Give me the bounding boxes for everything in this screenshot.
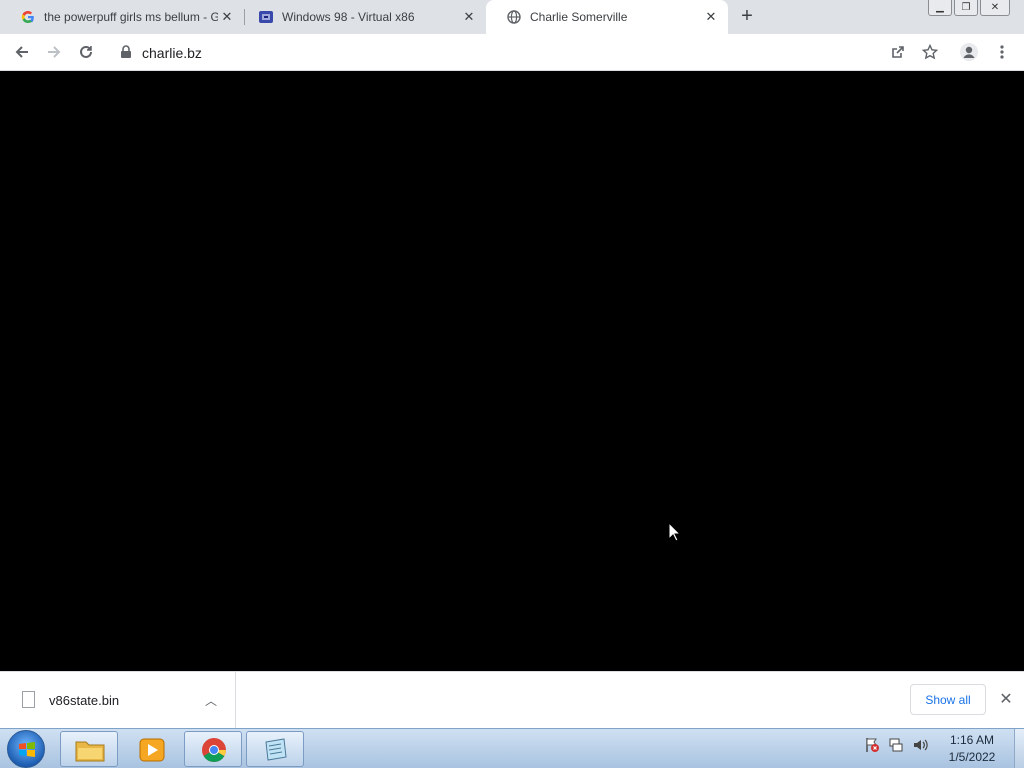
action-center-flag-icon[interactable] (864, 737, 880, 753)
taskbar: 1:16 AM 1/5/2022 (0, 728, 1024, 768)
download-shelf: v86state.bin ︿ Show all ✕ (0, 671, 1024, 728)
tab-close-icon[interactable]: ✕ (460, 8, 478, 26)
network-icon[interactable] (888, 737, 904, 753)
plus-icon[interactable]: + (737, 6, 757, 27)
taskbar-chrome[interactable] (184, 731, 242, 767)
mouse-cursor-icon (668, 522, 682, 542)
windows-explorer-icon (75, 741, 105, 762)
page-content[interactable] (0, 71, 1024, 671)
start-button[interactable] (7, 730, 45, 768)
tab-windows98[interactable]: Windows 98 - Virtual x86 ✕ (238, 0, 486, 34)
clock-time: 1:16 AM (949, 733, 995, 747)
share-icon[interactable] (886, 40, 910, 64)
tab-title: Windows 98 - Virtual x86 (282, 10, 415, 24)
tab-strip: the powerpuff girls ms bellum - G ✕ Wind… (0, 0, 1024, 34)
volume-icon[interactable] (912, 737, 928, 753)
tab-title: Charlie Somerville (530, 10, 628, 24)
file-icon (22, 691, 35, 708)
clock-date: 1/5/2022 (948, 750, 996, 764)
google-g-icon (20, 9, 36, 25)
window-controls: ▁ ❐ ✕ (926, 0, 1010, 18)
show-desktop-button[interactable] (1014, 729, 1024, 768)
profile-avatar-icon[interactable] (957, 40, 981, 64)
close-icon[interactable]: ✕ (996, 689, 1016, 709)
chevron-up-icon[interactable]: ︿ (205, 692, 217, 709)
menu-kebab-icon[interactable] (990, 40, 1014, 64)
show-all-button[interactable]: Show all (910, 684, 986, 715)
taskbar-explorer[interactable] (60, 731, 118, 767)
windows-logo-icon (19, 742, 35, 757)
globe-icon (506, 9, 522, 25)
download-file-name: v86state.bin (49, 693, 120, 708)
address-bar[interactable]: charlie.bz (110, 38, 950, 67)
download-item[interactable]: v86state.bin ︿ (0, 672, 236, 728)
url-text: charlie.bz (142, 45, 202, 61)
chrome-icon (202, 738, 226, 762)
notepad-icon (265, 738, 287, 761)
minimize-icon[interactable]: ▁ (928, 0, 952, 16)
reload-icon[interactable] (74, 40, 98, 64)
media-player-icon (139, 738, 165, 762)
v86-icon (258, 9, 274, 25)
forward-arrow-icon[interactable] (42, 40, 66, 64)
restore-icon[interactable]: ❐ (954, 0, 978, 16)
tab-title: the powerpuff girls ms bellum - G (44, 10, 218, 24)
taskbar-media-player[interactable] (122, 731, 180, 767)
tab-close-icon[interactable]: ✕ (702, 8, 720, 26)
browser-toolbar: charlie.bz (0, 34, 1024, 71)
taskbar-clock[interactable]: 1:16 AM 1/5/2022 (940, 732, 1004, 766)
tab-charlie-somerville[interactable]: Charlie Somerville ✕ (486, 0, 728, 34)
taskbar-notepad[interactable] (246, 731, 304, 767)
system-tray (864, 737, 928, 761)
back-arrow-icon[interactable] (10, 40, 34, 64)
tab-close-icon[interactable]: ✕ (218, 8, 236, 26)
tab-google-search[interactable]: the powerpuff girls ms bellum - G ✕ (0, 0, 244, 34)
bookmark-star-icon[interactable] (918, 40, 942, 64)
close-window-icon[interactable]: ✕ (980, 0, 1010, 16)
desktop-screen: the powerpuff girls ms bellum - G ✕ Wind… (0, 0, 1024, 768)
lock-icon (120, 45, 134, 59)
